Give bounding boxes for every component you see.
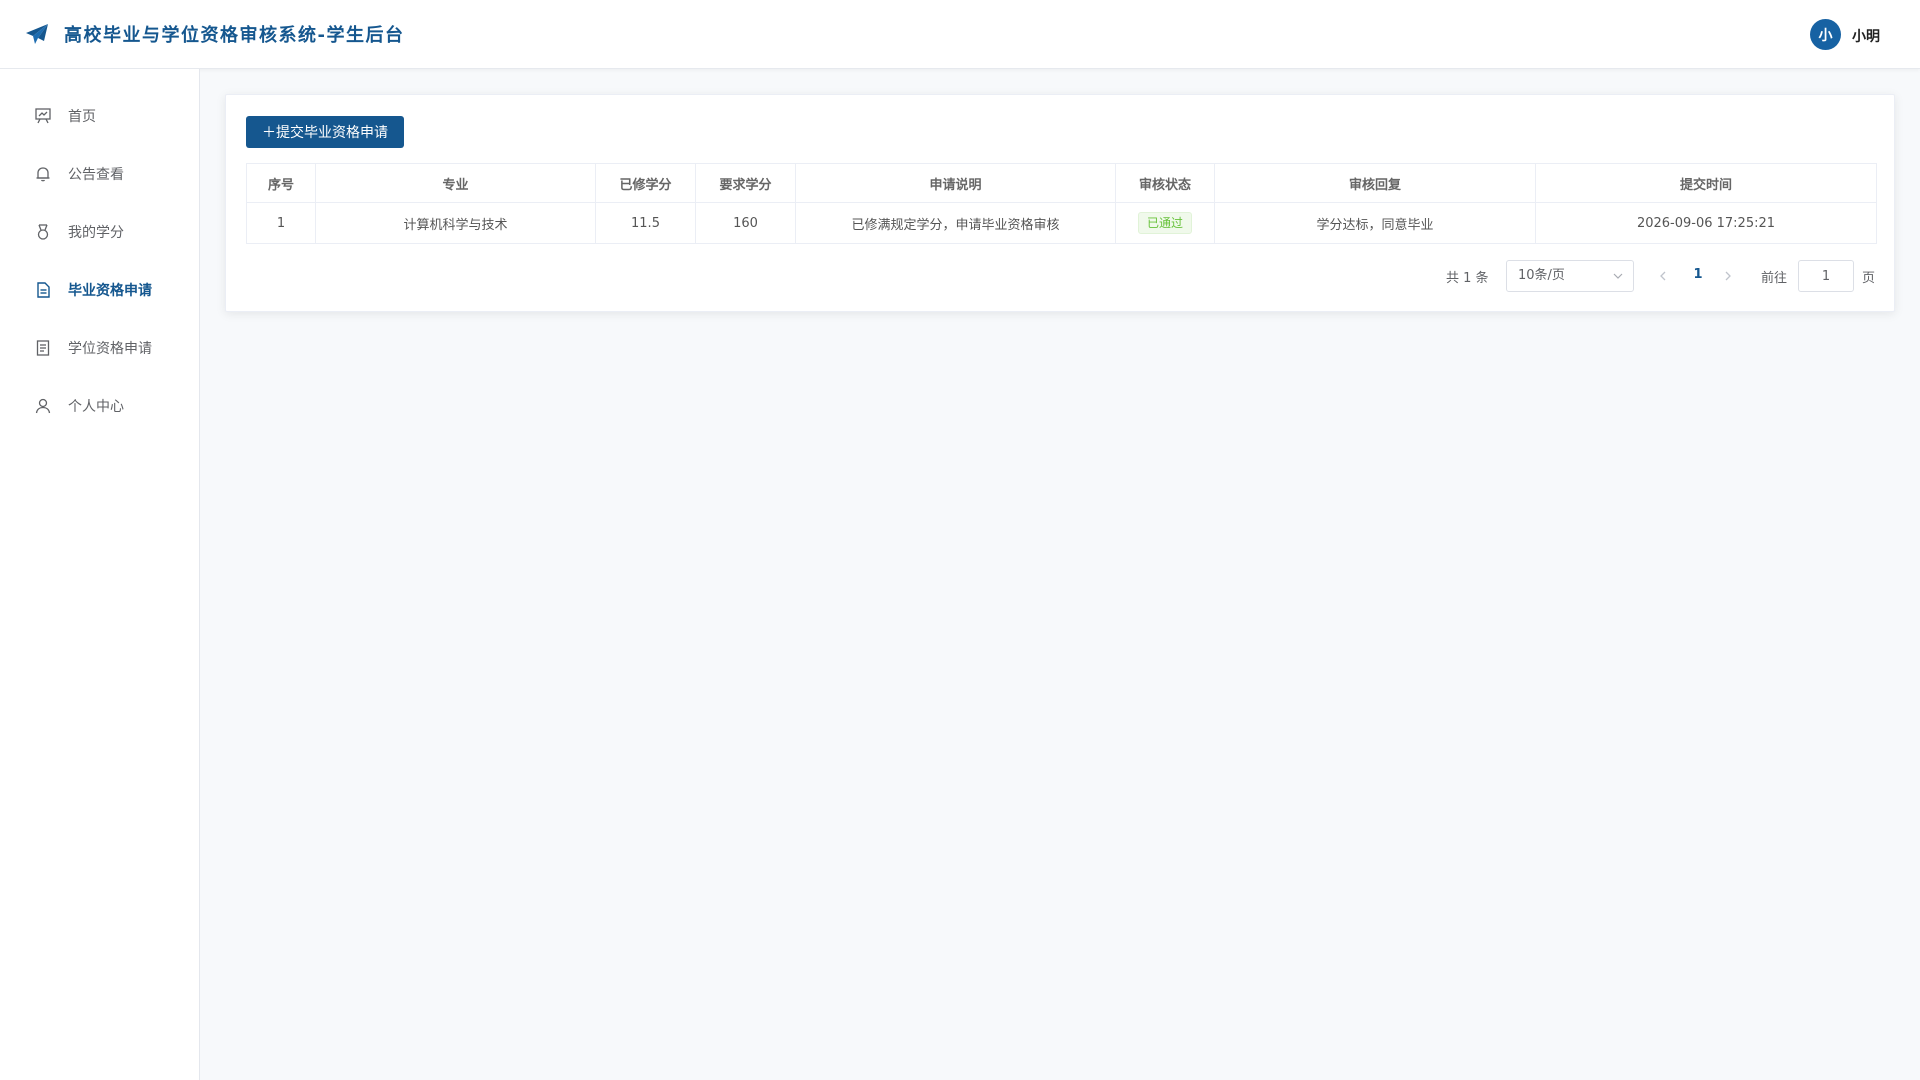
status-badge: 已通过 — [1137, 212, 1192, 234]
chevron-down-icon — [1613, 273, 1623, 279]
top-header: 高校毕业与学位资格审核系统-学生后台 小 小明 — [0, 0, 1920, 69]
column-header-status: 审核状态 — [1115, 163, 1215, 203]
column-header-reply: 审核回复 — [1214, 163, 1536, 203]
cell-earned-credits: 11.5 — [595, 202, 696, 244]
column-header-required-credits: 要求学分 — [695, 163, 796, 203]
sidebar-item-label: 学位资格申请 — [68, 341, 152, 357]
sidebar-item-graduation-application[interactable]: 毕业资格申请 — [0, 268, 199, 312]
table-header-row: 序号 专业 已修学分 要求学分 申请说明 审核状态 审核回复 提交时间 — [246, 163, 1877, 203]
document-icon — [37, 282, 50, 298]
sidebar-item-my-credits[interactable]: 我的学分 — [0, 210, 199, 254]
cell-status: 已通过 — [1115, 202, 1215, 244]
submit-graduation-application-button[interactable]: ＋提交毕业资格申请 — [246, 116, 404, 148]
sidebar-item-label: 我的学分 — [68, 225, 124, 241]
column-header-description: 申请说明 — [795, 163, 1116, 203]
sidebar-item-degree-application[interactable]: 学位资格申请 — [0, 326, 199, 370]
pagination-goto-label: 前往 — [1761, 271, 1788, 286]
applications-table: 序号 专业 已修学分 要求学分 申请说明 审核状态 审核回复 提交时间 1 计算… — [246, 163, 1877, 244]
sidebar-item-announcements[interactable]: 公告查看 — [0, 152, 199, 196]
sidebar-item-home[interactable]: 首页 — [0, 94, 199, 138]
pagination-page-1[interactable]: 1 — [1688, 267, 1708, 282]
cell-required-credits: 160 — [695, 202, 796, 244]
column-header-index: 序号 — [246, 163, 316, 203]
app-title: 高校毕业与学位资格审核系统-学生后台 — [64, 25, 405, 46]
cell-submitted-at: 2026-09-06 17:25:21 — [1535, 202, 1877, 244]
column-header-earned-credits: 已修学分 — [595, 163, 696, 203]
bell-icon — [36, 167, 50, 182]
cell-index: 1 — [246, 202, 316, 244]
sidebar-item-label: 个人中心 — [68, 399, 124, 415]
document-list-icon — [36, 340, 50, 356]
user-icon — [35, 398, 51, 414]
content-card: ＋提交毕业资格申请 序号 专业 已修学分 要求学分 申请说明 审核状态 审核回复… — [225, 94, 1895, 312]
column-header-major: 专业 — [315, 163, 596, 203]
cell-description: 已修满规定学分，申请毕业资格审核 — [795, 202, 1116, 244]
pagination-total: 共 1 条 — [1446, 271, 1489, 286]
cell-reply: 学分达标，同意毕业 — [1214, 202, 1536, 244]
paper-plane-icon — [26, 24, 48, 44]
medal-icon — [37, 224, 49, 240]
user-name[interactable]: 小明 — [1852, 26, 1880, 46]
pagination: 共 1 条 10条/页 1 前往 页 — [226, 260, 1896, 292]
page-size-value: 10条/页 — [1518, 268, 1565, 283]
sidebar: 首页 公告查看 我的学分 毕业资格申请 学位资格申请 个人中心 — [0, 69, 200, 1080]
avatar[interactable]: 小 — [1810, 19, 1841, 50]
pagination-page-unit: 页 — [1862, 271, 1876, 286]
pagination-goto-input[interactable] — [1798, 260, 1854, 292]
chevron-right-icon[interactable] — [1721, 268, 1735, 284]
column-header-submitted-at: 提交时间 — [1535, 163, 1877, 203]
sidebar-item-label: 公告查看 — [68, 167, 124, 183]
cell-major: 计算机科学与技术 — [315, 202, 596, 244]
sidebar-item-profile[interactable]: 个人中心 — [0, 384, 199, 428]
sidebar-item-label: 首页 — [68, 109, 96, 125]
sidebar-item-label: 毕业资格申请 — [68, 283, 152, 299]
chevron-left-icon[interactable] — [1656, 268, 1670, 284]
table-row[interactable]: 1 计算机科学与技术 11.5 160 已修满规定学分，申请毕业资格审核 已通过… — [246, 202, 1877, 244]
page-size-select[interactable]: 10条/页 — [1506, 260, 1634, 292]
presentation-icon — [35, 108, 51, 124]
